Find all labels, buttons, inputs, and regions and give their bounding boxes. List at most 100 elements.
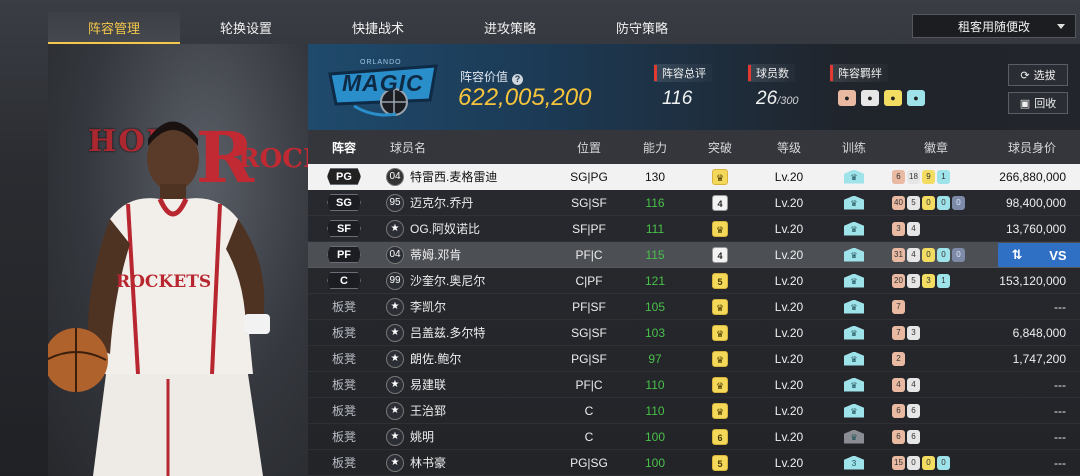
badge-icon[interactable]: 0 <box>937 195 950 210</box>
table-row[interactable]: C 99 沙奎尔.奥尼尔 C|PF 121 5 Lv.20 ♛ 20 5 3 1 153,120,000 <box>308 268 1080 294</box>
badge-icon[interactable]: 3 <box>922 273 935 288</box>
badge-icon[interactable]: 6 <box>892 403 905 418</box>
breakthrough-icon[interactable]: ♛ <box>712 350 728 367</box>
badge-icon[interactable]: 1 <box>937 169 950 184</box>
badge-icon[interactable]: 1 <box>937 273 950 288</box>
tab-lineup[interactable]: 阵容管理 <box>48 12 180 44</box>
badge-icon[interactable]: 15 <box>892 455 905 470</box>
table-row[interactable]: PG 04 特雷西.麦格雷迪 SG|PG 130 ♛ Lv.20 ♛ 6 18 9 1 266,880,… <box>308 164 1080 190</box>
player-name[interactable]: 蒂姆.邓肯 <box>410 246 461 263</box>
player-name[interactable]: 姚明 <box>410 428 434 445</box>
training-icon[interactable]: ♛ <box>844 377 864 392</box>
badge-icon[interactable]: 0 <box>922 455 935 470</box>
fetter-3-icon[interactable]: ● <box>884 90 902 106</box>
badge-icon[interactable]: 0 <box>937 455 950 470</box>
table-row[interactable]: 板凳 ★ 易建联 PF|C 110 ♛ Lv.20 ♛ 4 4 --- <box>308 372 1080 398</box>
training-icon[interactable]: ♛ <box>844 403 864 418</box>
training-icon[interactable]: ♛ <box>844 325 864 340</box>
badge-icon[interactable]: 5 <box>907 273 920 288</box>
fetter-1-icon[interactable]: ● <box>838 90 856 106</box>
badge-icon[interactable]: 0 <box>922 247 935 262</box>
badge-icon[interactable]: 9 <box>922 169 935 184</box>
badge-icon[interactable]: 31 <box>892 247 905 262</box>
badge-icon[interactable]: 4 <box>907 221 920 236</box>
badge-icon[interactable]: 4 <box>907 247 920 262</box>
training-icon[interactable]: ♛ <box>844 351 864 366</box>
table-row[interactable]: 板凳 ★ 李凯尔 PF|SF 105 ♛ Lv.20 ♛ 7 --- <box>308 294 1080 320</box>
breakthrough-icon[interactable]: 6 <box>712 428 728 445</box>
col-badges[interactable]: 徽章 <box>888 139 984 156</box>
badge-icon[interactable]: 18 <box>907 169 920 184</box>
breakthrough-icon[interactable]: ♛ <box>712 324 728 341</box>
table-row[interactable]: PF 04 蒂姆.邓肯 PF|C 115 4 Lv.20 ♛ 31 4 0 0 0 ⇅ VS <box>308 242 1080 268</box>
training-icon[interactable]: ♛ <box>844 273 864 288</box>
badge-icon[interactable]: 4 <box>907 377 920 392</box>
training-icon[interactable]: ♛ <box>844 299 864 314</box>
table-row[interactable]: 板凳 ★ 吕盖兹.多尔特 SG|SF 103 ♛ Lv.20 ♛ 7 3 6,848,000 <box>308 320 1080 346</box>
badge-icon[interactable]: 6 <box>892 169 905 184</box>
table-row[interactable]: SF ★ OG.阿奴诺比 SF|PF 111 ♛ Lv.20 ♛ 3 4 13,760,000 <box>308 216 1080 242</box>
table-row[interactable]: 板凳 ★ 王治郅 C 110 ♛ Lv.20 ♛ 6 6 --- <box>308 398 1080 424</box>
breakthrough-icon[interactable]: ♛ <box>712 220 728 237</box>
training-icon[interactable]: 3 <box>844 455 864 470</box>
training-icon[interactable]: ♛ <box>844 169 864 184</box>
badge-icon[interactable]: 0 <box>937 247 950 262</box>
badge-icon[interactable]: 6 <box>892 429 905 444</box>
badge-icon[interactable]: 3 <box>892 221 905 236</box>
breakthrough-icon[interactable]: 5 <box>712 454 728 471</box>
player-name[interactable]: 迈克尔.乔丹 <box>410 194 473 211</box>
fetter-2-icon[interactable]: ● <box>861 90 879 106</box>
col-pos[interactable]: 阵容 <box>308 139 380 156</box>
player-name[interactable]: 易建联 <box>410 376 446 393</box>
badge-icon[interactable]: 7 <box>892 325 905 340</box>
badge-icon[interactable]: 3 <box>907 325 920 340</box>
badge-icon[interactable]: 0 <box>952 247 965 262</box>
compare-button[interactable]: ⇅ VS <box>998 243 1080 267</box>
tab-defense[interactable]: 防守策略 <box>576 12 708 42</box>
col-role[interactable]: 位置 <box>550 139 628 156</box>
tab-quick-tactics[interactable]: 快捷战术 <box>312 12 444 42</box>
player-name[interactable]: 沙奎尔.奥尼尔 <box>410 272 485 289</box>
breakthrough-icon[interactable]: 4 <box>712 194 728 211</box>
player-name[interactable]: OG.阿奴诺比 <box>410 220 480 237</box>
breakthrough-icon[interactable]: ♛ <box>712 298 728 315</box>
player-name[interactable]: 林书豪 <box>410 454 446 471</box>
col-training[interactable]: 训练 <box>820 139 888 156</box>
badge-icon[interactable]: 4 <box>892 377 905 392</box>
tab-offense[interactable]: 进攻策略 <box>444 12 576 42</box>
breakthrough-icon[interactable]: ♛ <box>712 402 728 419</box>
breakthrough-icon[interactable]: 5 <box>712 272 728 289</box>
table-row[interactable]: SG 95 迈克尔.乔丹 SG|SF 116 4 Lv.20 ♛ 40 5 0 0 0 98,400,00… <box>308 190 1080 216</box>
badge-icon[interactable]: 6 <box>907 403 920 418</box>
col-name[interactable]: 球员名 <box>380 139 550 156</box>
badge-icon[interactable]: 6 <box>907 429 920 444</box>
training-icon[interactable]: ♛ <box>844 221 864 236</box>
table-row[interactable]: 板凳 ★ 朗佐.鲍尔 PG|SF 97 ♛ Lv.20 ♛ 2 1,747,200 <box>308 346 1080 372</box>
tab-rotation[interactable]: 轮换设置 <box>180 12 312 42</box>
player-name[interactable]: 吕盖兹.多尔特 <box>410 324 485 341</box>
training-icon[interactable]: ♛ <box>844 429 864 444</box>
player-name[interactable]: 李凯尔 <box>410 298 446 315</box>
badge-icon[interactable]: 0 <box>952 195 965 210</box>
col-breakthrough[interactable]: 突破 <box>682 139 758 156</box>
player-name[interactable]: 朗佐.鲍尔 <box>410 350 461 367</box>
player-name[interactable]: 特雷西.麦格雷迪 <box>410 168 497 185</box>
table-row[interactable]: 板凳 ★ 林书豪 PG|SG 100 5 Lv.20 3 15 0 0 0 --- <box>308 450 1080 476</box>
training-icon[interactable]: ♛ <box>844 195 864 210</box>
recycle-button[interactable]: ▣ 回收 <box>1008 92 1068 114</box>
player-name[interactable]: 王治郅 <box>410 402 446 419</box>
badge-icon[interactable]: 0 <box>907 455 920 470</box>
breakthrough-icon[interactable]: ♛ <box>712 168 728 185</box>
training-icon[interactable]: ♛ <box>844 247 864 262</box>
breakthrough-icon[interactable]: 4 <box>712 246 728 263</box>
col-price[interactable]: 球员身价 <box>984 139 1080 156</box>
badge-icon[interactable]: 7 <box>892 299 905 314</box>
table-row[interactable]: 板凳 ★ 姚明 C 100 6 Lv.20 ♛ 6 6 --- <box>308 424 1080 450</box>
badge-icon[interactable]: 2 <box>892 351 905 366</box>
col-ability[interactable]: 能力 <box>628 139 682 156</box>
col-level[interactable]: 等级 <box>758 139 820 156</box>
badge-icon[interactable]: 20 <box>892 273 905 288</box>
fetter-4-icon[interactable]: ● <box>907 90 925 106</box>
badge-icon[interactable]: 0 <box>922 195 935 210</box>
breakthrough-icon[interactable]: ♛ <box>712 376 728 393</box>
